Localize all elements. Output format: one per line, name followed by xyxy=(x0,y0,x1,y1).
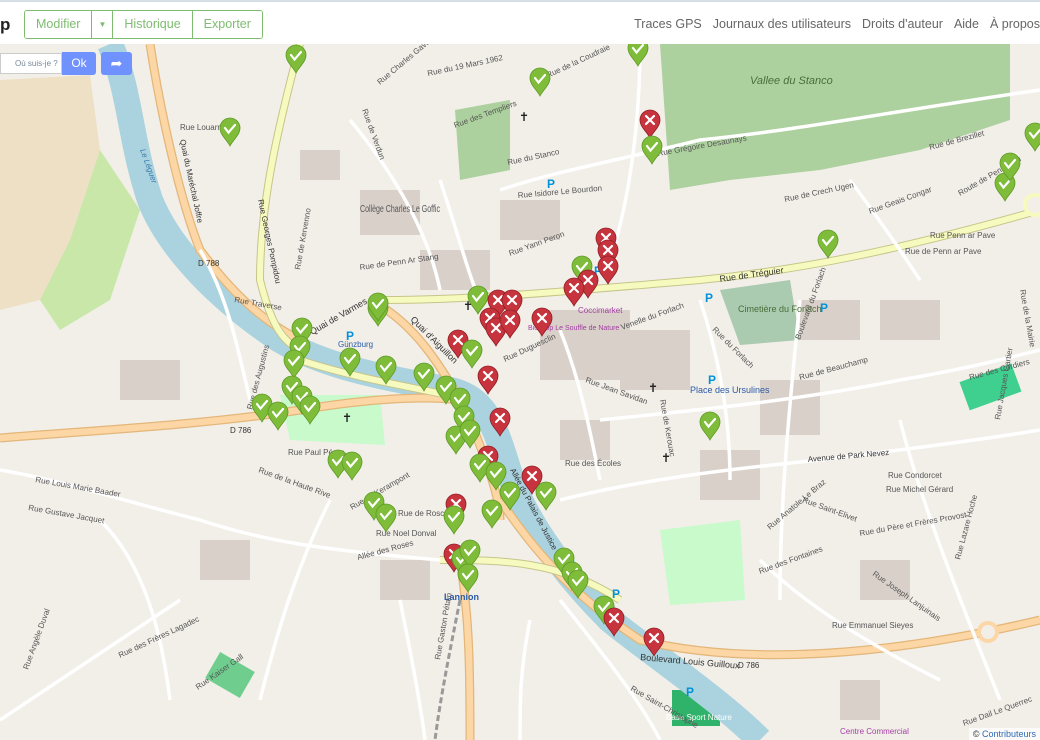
map-attribution: © Contributeurs xyxy=(968,728,1040,740)
label-rue-louarn: Rue Louarn xyxy=(180,123,222,132)
label-gunzburg: Günzburg xyxy=(338,340,373,349)
directions-icon[interactable]: ➦ xyxy=(101,52,132,75)
label-coccimarket: Coccimarket xyxy=(578,306,623,315)
label-rue-gerard: Rue Michel Gérard xyxy=(886,485,953,494)
parking-icon: P xyxy=(686,685,694,699)
parking-icon: P xyxy=(612,587,620,601)
map-canvas[interactable]: Vallee du Stanco Collège Charles Le Goff… xyxy=(0,44,1040,740)
export-button[interactable]: Exporter xyxy=(192,11,262,38)
history-button[interactable]: Historique xyxy=(113,11,193,38)
roundabout-north xyxy=(1023,193,1040,217)
nav-help[interactable]: Aide xyxy=(954,17,979,31)
label-rue-penn-ar-pave: Rue Penn ar Pave xyxy=(930,231,996,240)
label-place-ursulines: Place des Ursulines xyxy=(690,385,770,395)
label-centre-commercial: Centre Commercial xyxy=(840,727,909,736)
where-am-i-input[interactable]: Où suis-je ? xyxy=(0,53,62,74)
label-d786-west: D 786 xyxy=(230,426,252,435)
label-college: Collège Charles Le Goffic xyxy=(360,204,440,215)
label-rue-sieyes: Rue Emmanuel Sieyes xyxy=(832,621,913,630)
nav-user-diaries[interactable]: Journaux des utilisateurs xyxy=(713,17,851,31)
edit-button-group: Modifier ▼ Historique Exporter xyxy=(24,10,263,39)
top-bar: p Modifier ▼ Historique Exporter Traces … xyxy=(0,0,1040,44)
park-south xyxy=(660,520,745,605)
parking-icon: P xyxy=(820,301,828,315)
edit-button[interactable]: Modifier xyxy=(25,11,93,38)
nav-about[interactable]: À propos xyxy=(990,17,1040,31)
map-svg[interactable]: Vallee du Stanco Collège Charles Le Goff… xyxy=(0,44,1040,740)
search-ok-button[interactable]: Ok xyxy=(62,52,96,75)
label-vallee-stanco: Vallee du Stanco xyxy=(750,75,833,87)
nav-copyright[interactable]: Droits d'auteur xyxy=(862,17,943,31)
label-d788: D 788 xyxy=(198,259,220,268)
church-icon: ✝ xyxy=(648,381,658,395)
parking-icon: P xyxy=(346,329,354,343)
secondary-nav: Traces GPS Journaux des utilisateurs Dro… xyxy=(634,17,1040,31)
parking-icon: P xyxy=(708,373,716,387)
site-logo[interactable]: p xyxy=(0,15,10,35)
label-rue-penn-ar-pave-2: Rue de Penn ar Pave xyxy=(905,247,982,256)
roundabout-east xyxy=(977,621,999,643)
label-d786-east: D 786 xyxy=(738,661,760,670)
label-rue-ecoles: Rue des Écoles xyxy=(565,459,621,468)
attribution-link[interactable]: Contributeurs xyxy=(982,729,1036,739)
parking-icon: P xyxy=(705,291,713,305)
church-icon: ✝ xyxy=(661,451,671,465)
church-icon: ✝ xyxy=(342,411,352,425)
edit-dropdown-caret-icon[interactable]: ▼ xyxy=(92,11,114,38)
attribution-prefix: © xyxy=(972,729,982,739)
nav-gps-traces[interactable]: Traces GPS xyxy=(634,17,702,31)
church-icon: ✝ xyxy=(519,110,529,124)
label-rue-condorcet: Rue Condorcet xyxy=(888,471,943,480)
parking-icon: P xyxy=(547,177,555,191)
